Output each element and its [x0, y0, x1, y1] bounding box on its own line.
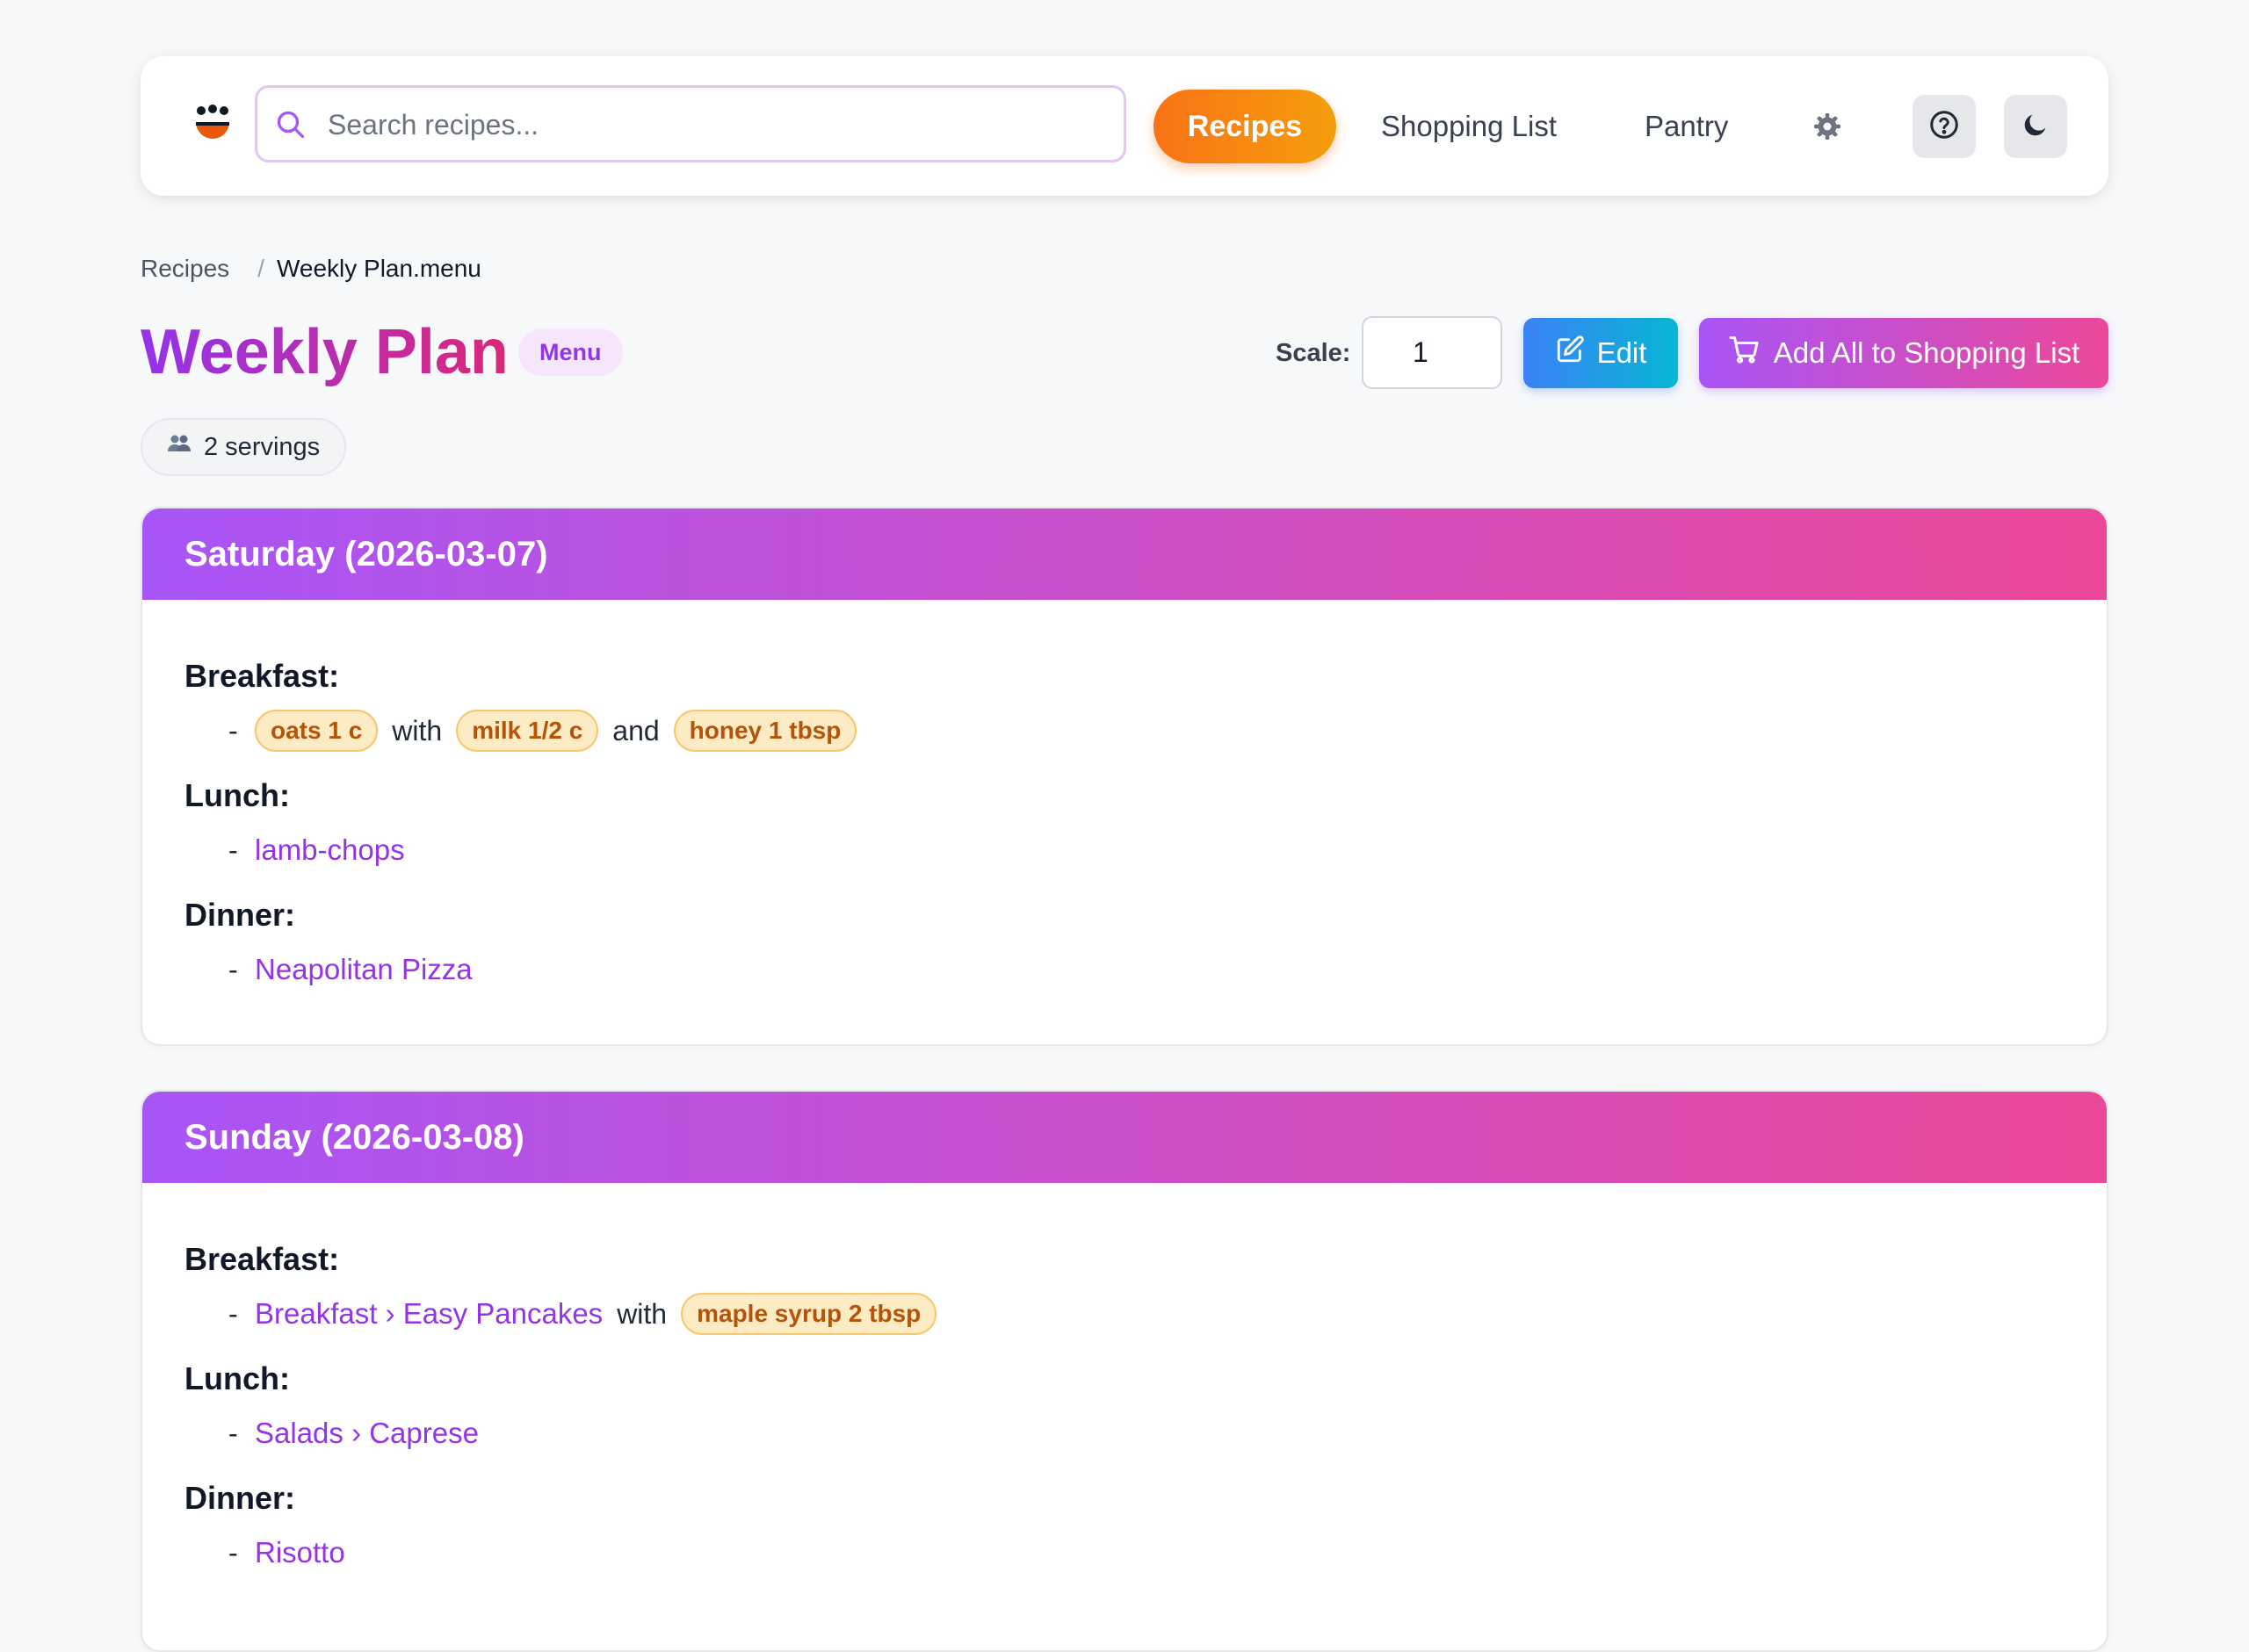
- menu-badge: Menu: [518, 328, 623, 376]
- list-dash: -: [228, 1297, 238, 1330]
- edit-label: Edit: [1596, 336, 1647, 369]
- ingredient-chip[interactable]: milk 1/2 c: [456, 710, 599, 752]
- connector-text: and: [612, 714, 660, 747]
- meal-title-dinner: Dinner:: [184, 897, 295, 933]
- recipe-link[interactable]: lamb-chops: [255, 833, 405, 867]
- recipe-link[interactable]: Risotto: [255, 1536, 345, 1569]
- meal-title-dinner: Dinner:: [184, 1480, 295, 1516]
- scale-label: Scale:: [1276, 339, 1351, 367]
- help-circle-icon: [1928, 109, 1960, 145]
- people-icon: [167, 432, 192, 462]
- search-box[interactable]: [255, 85, 1126, 162]
- help-button[interactable]: [1913, 95, 1976, 158]
- meal-line-dinner: - Risotto: [184, 1522, 2065, 1583]
- nav-pantry-link[interactable]: Pantry: [1645, 90, 1728, 163]
- breadcrumb-current: Weekly Plan.menu: [276, 255, 481, 282]
- edit-icon: [1555, 335, 1585, 372]
- top-navbar: Recipes Shopping List Pantry: [141, 56, 2108, 196]
- recipe-link[interactable]: Salads › Caprese: [255, 1417, 479, 1450]
- dark-mode-toggle[interactable]: [2004, 95, 2067, 158]
- meal-title-lunch: Lunch:: [184, 1360, 290, 1396]
- meal-title-breakfast: Breakfast:: [184, 1241, 340, 1277]
- edit-button[interactable]: Edit: [1523, 318, 1678, 388]
- recipe-link[interactable]: Breakfast › Easy Pancakes: [255, 1297, 603, 1331]
- ingredient-chip[interactable]: maple syrup 2 tbsp: [681, 1293, 937, 1335]
- add-all-label: Add All to Shopping List: [1773, 336, 2080, 369]
- day-card-sunday: Sunday (2026-03-08) Breakfast: - Breakfa…: [141, 1090, 2108, 1652]
- breadcrumb-separator: /: [257, 255, 264, 282]
- breadcrumb-recipes-link[interactable]: Recipes: [141, 255, 229, 283]
- meal-line-dinner: - Neapolitan Pizza: [184, 939, 2065, 1000]
- list-dash: -: [228, 833, 238, 866]
- logo-icon[interactable]: [193, 105, 232, 147]
- list-dash: -: [228, 1417, 238, 1449]
- day-heading: Sunday (2026-03-08): [142, 1092, 2107, 1183]
- list-dash: -: [228, 714, 238, 747]
- day-heading: Saturday (2026-03-07): [142, 509, 2107, 600]
- meal-line-breakfast: - oats 1 c with milk 1/2 c and honey 1 t…: [184, 700, 2065, 761]
- ingredient-chip[interactable]: oats 1 c: [255, 710, 379, 752]
- breadcrumb: Recipes / Weekly Plan.menu: [141, 255, 481, 283]
- meal-line-lunch: - Salads › Caprese: [184, 1403, 2065, 1464]
- search-icon: [275, 109, 307, 141]
- scale-input[interactable]: [1362, 316, 1502, 389]
- search-input[interactable]: [326, 88, 1103, 162]
- list-dash: -: [228, 1536, 238, 1569]
- nav-recipes-button[interactable]: Recipes: [1153, 90, 1336, 163]
- shopping-cart-icon: [1728, 334, 1760, 372]
- meal-line-lunch: - lamb-chops: [184, 819, 2065, 881]
- recipe-link[interactable]: Neapolitan Pizza: [255, 953, 473, 986]
- connector-text: with: [392, 714, 443, 747]
- moon-icon: [2021, 110, 2050, 144]
- ingredient-chip[interactable]: honey 1 tbsp: [673, 710, 857, 752]
- day-card-saturday: Saturday (2026-03-07) Breakfast: - oats …: [141, 507, 2108, 1046]
- meal-line-breakfast: - Breakfast › Easy Pancakes with maple s…: [184, 1283, 2065, 1345]
- settings-gear-icon[interactable]: [1811, 111, 1843, 142]
- list-dash: -: [228, 953, 238, 985]
- add-all-to-shopping-list-button[interactable]: Add All to Shopping List: [1699, 318, 2108, 388]
- meal-title-lunch: Lunch:: [184, 777, 290, 813]
- nav-shopping-list-link[interactable]: Shopping List: [1381, 90, 1557, 163]
- meal-title-breakfast: Breakfast:: [184, 658, 340, 694]
- connector-text: with: [617, 1297, 668, 1330]
- servings-chip: 2 servings: [141, 418, 347, 476]
- servings-label: 2 servings: [204, 432, 321, 461]
- page-title: Weekly Plan: [141, 313, 509, 392]
